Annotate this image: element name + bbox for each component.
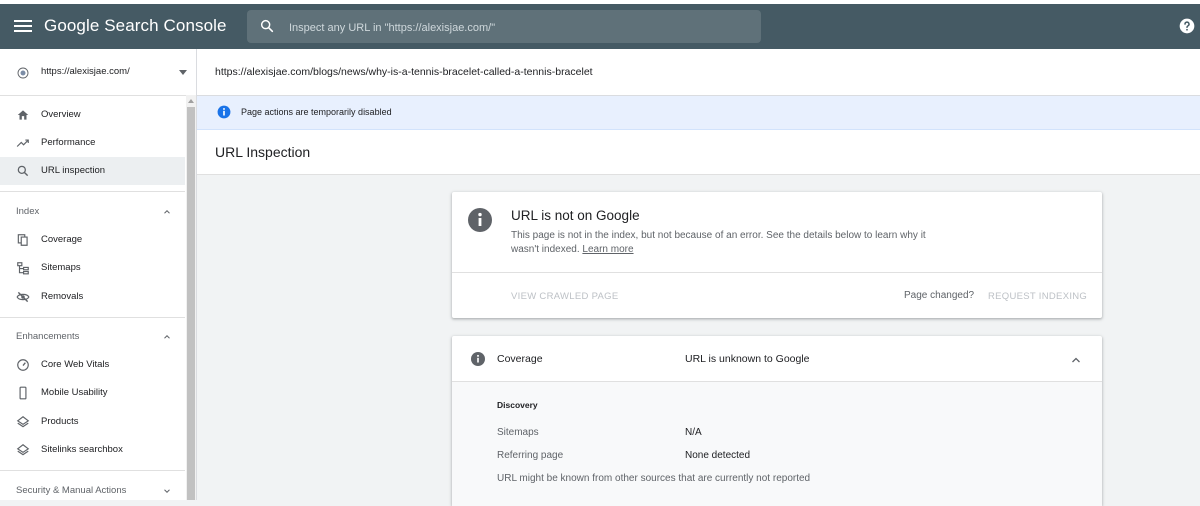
file-copy-icon (17, 234, 28, 246)
help-icon[interactable] (1179, 18, 1195, 34)
coverage-header[interactable]: Coverage URL is unknown to Google (452, 336, 1102, 382)
coverage-details: Discovery Sitemaps N/A Referring page No… (452, 382, 1102, 506)
inspected-url: https://alexisjae.com/blogs/news/why-is-… (215, 66, 593, 78)
sidebar-item-label: Performance (41, 137, 96, 148)
status-title: URL is not on Google (511, 208, 640, 223)
menu-icon[interactable] (14, 17, 32, 35)
dropdown-arrow-icon[interactable] (179, 70, 187, 75)
chevron-up-icon (164, 335, 170, 339)
property-selector[interactable]: https://alexisjae.com/ (0, 49, 196, 96)
url-inspect-search[interactable] (247, 10, 761, 45)
page-changed-label: Page changed? (904, 290, 975, 301)
sidebar-item-label: Products (41, 416, 79, 427)
sidebar-item-coverage[interactable]: Coverage (0, 226, 185, 254)
coverage-value: URL is unknown to Google (685, 353, 810, 365)
info-icon (471, 352, 485, 366)
page-title: URL Inspection (215, 144, 311, 160)
diamond-icon (16, 444, 30, 456)
chevron-up-icon[interactable] (1070, 354, 1082, 366)
info-icon (468, 208, 492, 232)
chevron-down-icon (164, 489, 170, 493)
sidebar-divider (0, 317, 185, 318)
detail-label-referring-page: Referring page (497, 450, 564, 461)
sidebar-item-overview[interactable]: Overview (0, 101, 185, 129)
chevron-up-icon (164, 210, 170, 214)
sidebar-item-products[interactable]: Products (0, 408, 185, 436)
search-icon (260, 19, 274, 33)
trending-up-icon (16, 139, 29, 147)
section-label: Security & Manual Actions (16, 485, 127, 496)
learn-more-link[interactable]: Learn more (582, 244, 633, 255)
sidebar-item-label: URL inspection (41, 165, 106, 176)
visibility-off-icon (16, 291, 30, 303)
scroll-up-arrow-icon[interactable] (188, 99, 194, 103)
sidebar: https://alexisjae.com/ Overview Performa… (0, 49, 196, 500)
inspected-url-bar: https://alexisjae.com/blogs/news/why-is-… (197, 49, 1200, 96)
sidebar-item-url-inspection[interactable]: URL inspection (0, 157, 185, 185)
index-status-card: URL is not on Google This page is not in… (452, 192, 1102, 318)
sidebar-section-security[interactable]: Security & Manual Actions (0, 478, 185, 500)
coverage-note: URL might be known from other sources th… (497, 473, 811, 484)
sidebar-item-sitelinks-searchbox[interactable]: Sitelinks searchbox (0, 436, 185, 464)
section-label: Enhancements (16, 331, 80, 342)
view-crawled-page-button[interactable]: VIEW CRAWLED PAGE (511, 291, 619, 302)
banner-text: Page actions are temporarily disabled (241, 107, 392, 117)
app-header: Google Search Console (0, 4, 1200, 49)
detail-label-sitemaps: Sitemaps (497, 427, 539, 438)
url-inspect-input[interactable] (287, 10, 751, 45)
smartphone-icon (19, 386, 27, 400)
home-icon (17, 110, 29, 120)
page-title-bar: URL Inspection (197, 130, 1200, 175)
diamond-icon (16, 416, 30, 428)
sidebar-item-label: Removals (41, 291, 84, 302)
sidebar-item-label: Coverage (41, 234, 83, 245)
property-url: https://alexisjae.com/ (41, 66, 130, 77)
sitemap-icon (17, 262, 29, 275)
detail-value-referring-page: None detected (685, 450, 751, 461)
sidebar-item-label: Overview (41, 109, 81, 120)
sidebar-item-performance[interactable]: Performance (0, 129, 185, 157)
globe-icon (17, 67, 29, 79)
sidebar-item-mobile-usability[interactable]: Mobile Usability (0, 379, 185, 407)
sidebar-divider (0, 191, 185, 192)
speed-gauge-icon (17, 359, 29, 371)
sidebar-item-label: Sitelinks searchbox (41, 444, 123, 455)
app-title: Google Search Console (44, 16, 227, 35)
section-label: Index (16, 206, 40, 217)
sidebar-item-label: Sitemaps (41, 262, 81, 273)
notice-banner: Page actions are temporarily disabled (197, 96, 1200, 130)
sidebar-section-enhancements[interactable]: Enhancements (0, 324, 185, 350)
coverage-card: Coverage URL is unknown to Google Discov… (452, 336, 1102, 506)
info-icon (217, 105, 231, 119)
sidebar-item-sitemaps[interactable]: Sitemaps (0, 254, 185, 282)
detail-value-sitemaps: N/A (685, 427, 702, 438)
sidebar-scrollbar-thumb[interactable] (187, 107, 195, 500)
sidebar-item-label: Mobile Usability (41, 387, 108, 398)
discovery-heading: Discovery (497, 400, 538, 410)
sidebar-divider (0, 470, 185, 471)
sidebar-item-core-web-vitals[interactable]: Core Web Vitals (0, 351, 185, 379)
status-description-text: This page is not in the index, but not b… (511, 230, 926, 255)
card-divider (452, 272, 1102, 273)
status-description: This page is not in the index, but not b… (511, 229, 931, 257)
sidebar-item-removals[interactable]: Removals (0, 283, 185, 311)
request-indexing-button[interactable]: REQUEST INDEXING (988, 291, 1087, 302)
sidebar-item-label: Core Web Vitals (41, 359, 110, 370)
search-icon (17, 165, 29, 177)
coverage-label: Coverage (497, 353, 543, 365)
sidebar-section-index[interactable]: Index (0, 199, 185, 225)
